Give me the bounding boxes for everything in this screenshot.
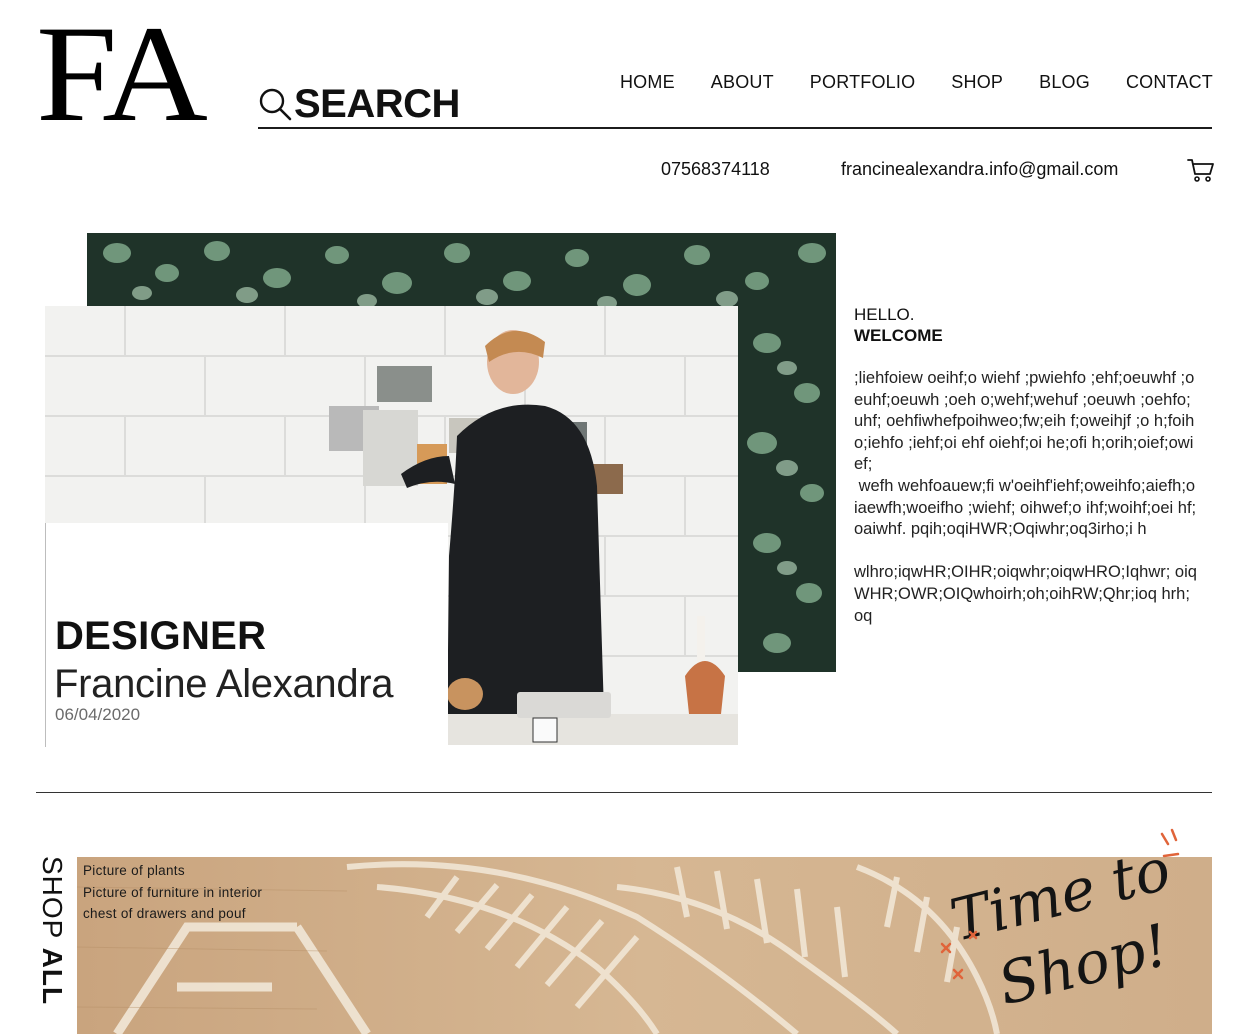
time-to-shop-lettering: Time to Shop!: [940, 828, 1180, 1018]
nav-home[interactable]: HOME: [620, 72, 675, 93]
shop-item[interactable]: Picture of furniture in interior: [83, 882, 262, 904]
search-field[interactable]: SEARCH: [258, 82, 460, 126]
header-divider: [258, 127, 1212, 129]
designer-name: Francine Alexandra: [54, 662, 394, 706]
intro-hello: HELLO.: [854, 305, 915, 324]
intro-body-text: ;liehfoiew oeihf;o wiehf ;pwiehfo ;ehf;o…: [854, 369, 1197, 625]
shop-item[interactable]: chest of drawers and pouf: [83, 903, 262, 925]
shop-all-light: SHOP: [37, 856, 68, 948]
email-address[interactable]: francinealexandra.info@gmail.com: [841, 159, 1118, 180]
shop-item-list: Picture of plants Picture of furniture i…: [83, 860, 262, 925]
brand-logo[interactable]: FA: [36, 5, 259, 143]
main-nav: HOME ABOUT PORTFOLIO SHOP BLOG CONTACT: [584, 72, 1213, 93]
section-divider: [36, 792, 1212, 793]
phone-number[interactable]: 07568374118: [661, 159, 770, 180]
nav-shop[interactable]: SHOP: [951, 72, 1003, 93]
shop-all-bold: ALL: [37, 947, 68, 1006]
search-label: SEARCH: [294, 81, 460, 126]
shop-item[interactable]: Picture of plants: [83, 860, 262, 882]
nav-about[interactable]: ABOUT: [711, 72, 774, 93]
nav-blog[interactable]: BLOG: [1039, 72, 1090, 93]
designer-role: DESIGNER: [55, 614, 267, 658]
shop-all-link[interactable]: SHOP ALL: [34, 856, 68, 1005]
cart-icon[interactable]: [1187, 157, 1215, 183]
intro-welcome: WELCOME: [854, 326, 943, 345]
nav-contact[interactable]: CONTACT: [1126, 72, 1213, 93]
post-date: 06/04/2020: [55, 705, 141, 724]
nav-portfolio[interactable]: PORTFOLIO: [810, 72, 916, 93]
search-icon[interactable]: [258, 87, 292, 121]
